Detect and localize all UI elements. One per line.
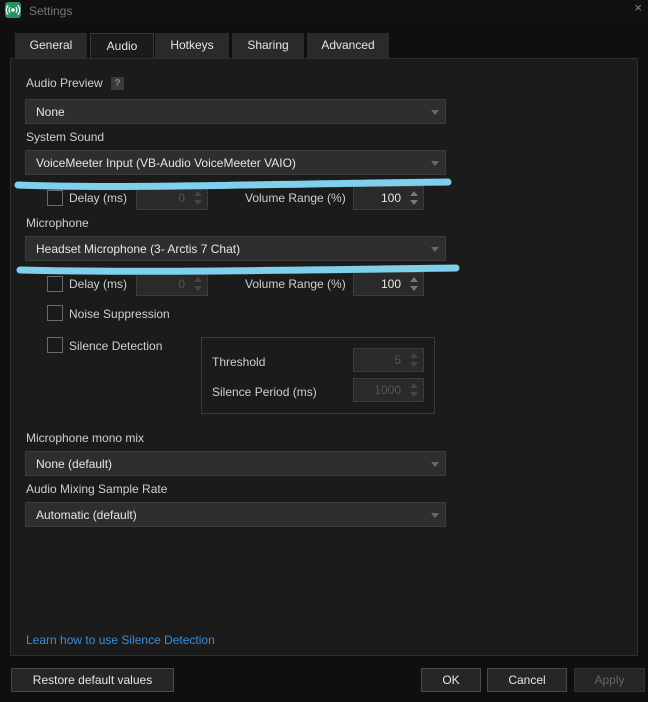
stepper-arrows-icon bbox=[409, 352, 419, 368]
microphone-value: Headset Microphone (3- Arctis 7 Chat) bbox=[36, 242, 241, 256]
chevron-down-icon bbox=[431, 247, 439, 252]
tab-hotkeys[interactable]: Hotkeys bbox=[155, 33, 229, 58]
audio-preview-value: None bbox=[36, 105, 65, 119]
system-sound-delay-value: 0 bbox=[178, 191, 185, 205]
stepper-arrows-icon bbox=[193, 190, 203, 206]
title-bar: Settings × bbox=[0, 0, 648, 22]
microphone-delay-stepper[interactable]: 0 bbox=[136, 272, 208, 296]
tab-sharing[interactable]: Sharing bbox=[232, 33, 304, 58]
chevron-down-icon bbox=[431, 161, 439, 166]
stepper-arrows-icon bbox=[193, 276, 203, 292]
microphone-volume-label: Volume Range (%) bbox=[245, 277, 346, 291]
restore-defaults-button[interactable]: Restore default values bbox=[11, 668, 174, 692]
help-icon[interactable]: ? bbox=[111, 77, 124, 90]
close-icon[interactable]: × bbox=[634, 0, 642, 15]
window-title: Settings bbox=[29, 4, 73, 18]
stepper-arrows-icon bbox=[409, 276, 419, 292]
apply-button[interactable]: Apply bbox=[574, 668, 645, 692]
microphone-delay-value: 0 bbox=[178, 277, 185, 291]
chevron-down-icon bbox=[431, 110, 439, 115]
silence-detection-label: Silence Detection bbox=[69, 339, 163, 353]
mono-mix-value: None (default) bbox=[36, 457, 113, 471]
sample-rate-dropdown[interactable]: Automatic (default) bbox=[25, 502, 446, 527]
silence-detection-help-link[interactable]: Learn how to use Silence Detection bbox=[26, 633, 215, 647]
silence-period-label: Silence Period (ms) bbox=[212, 385, 317, 399]
microphone-volume-value: 100 bbox=[380, 277, 401, 291]
system-sound-volume-value: 100 bbox=[380, 191, 401, 205]
system-sound-delay-checkbox[interactable] bbox=[47, 190, 63, 206]
system-sound-label: System Sound bbox=[26, 130, 105, 144]
noise-suppression-checkbox[interactable] bbox=[47, 305, 63, 321]
microphone-dropdown[interactable]: Headset Microphone (3- Arctis 7 Chat) bbox=[25, 236, 446, 261]
microphone-delay-label: Delay (ms) bbox=[69, 277, 128, 291]
audio-preview-dropdown[interactable]: None bbox=[25, 99, 446, 124]
mono-mix-label: Microphone mono mix bbox=[26, 431, 145, 445]
silence-period-value: 1000 bbox=[374, 383, 401, 397]
ok-button[interactable]: OK bbox=[421, 668, 481, 692]
system-sound-value: VoiceMeeter Input (VB-Audio VoiceMeeter … bbox=[36, 156, 296, 170]
silence-period-stepper[interactable]: 1000 bbox=[353, 378, 424, 402]
threshold-label: Threshold bbox=[212, 355, 266, 369]
stepper-arrows-icon bbox=[409, 382, 419, 398]
stepper-arrows-icon bbox=[409, 190, 419, 206]
tab-audio[interactable]: Audio bbox=[90, 33, 154, 61]
threshold-value: 5 bbox=[394, 353, 401, 367]
microphone-volume-stepper[interactable]: 100 bbox=[353, 272, 424, 296]
system-sound-delay-label: Delay (ms) bbox=[69, 191, 128, 205]
audio-preview-label: Audio Preview bbox=[26, 76, 103, 90]
threshold-stepper[interactable]: 5 bbox=[353, 348, 424, 372]
microphone-delay-checkbox[interactable] bbox=[47, 276, 63, 292]
cancel-button[interactable]: Cancel bbox=[487, 668, 567, 692]
tab-advanced[interactable]: Advanced bbox=[307, 33, 389, 58]
microphone-label: Microphone bbox=[26, 216, 89, 230]
system-sound-delay-stepper[interactable]: 0 bbox=[136, 186, 208, 210]
system-sound-dropdown[interactable]: VoiceMeeter Input (VB-Audio VoiceMeeter … bbox=[25, 150, 446, 175]
mono-mix-dropdown[interactable]: None (default) bbox=[25, 451, 446, 476]
silence-detection-checkbox[interactable] bbox=[47, 337, 63, 353]
chevron-down-icon bbox=[431, 462, 439, 467]
system-sound-volume-stepper[interactable]: 100 bbox=[353, 186, 424, 210]
noise-suppression-label: Noise Suppression bbox=[69, 307, 170, 321]
chevron-down-icon bbox=[431, 513, 439, 518]
system-sound-volume-label: Volume Range (%) bbox=[245, 191, 346, 205]
tab-general[interactable]: General bbox=[15, 33, 87, 58]
sample-rate-label: Audio Mixing Sample Rate bbox=[26, 482, 168, 496]
sample-rate-value: Automatic (default) bbox=[36, 508, 137, 522]
broadcast-icon bbox=[5, 2, 21, 18]
